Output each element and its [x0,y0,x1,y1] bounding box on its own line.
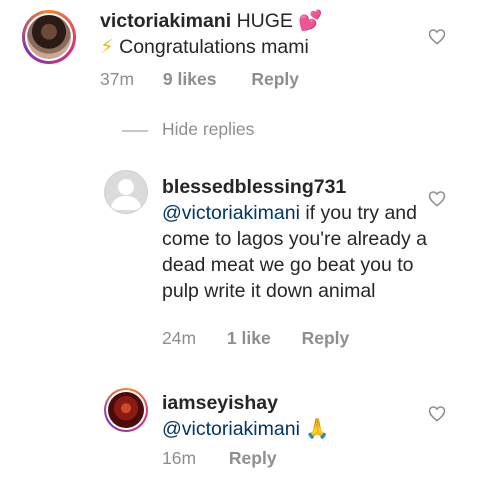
comments-thread: victoriakimani HUGE 💕 ⚡ Congratulations … [0,0,480,487]
comment-text: victoriakimani HUGE 💕 ⚡ Congratulations … [100,8,430,60]
comment-meta: 37m 9 likes Reply [100,69,299,90]
pray-emoji: 🙏 [305,418,330,440]
lightning-emoji: ⚡ [100,36,114,58]
comment-meta: 24m 1 like Reply [162,328,349,349]
comment-meta: 16m Reply [162,448,277,469]
comment-time: 24m [162,328,197,348]
mention-link[interactable]: @victoriakimani [162,418,300,440]
comment-text: blessedblessing731 @victoriakimani if yo… [162,174,432,304]
avatar[interactable] [22,10,76,64]
mention-link[interactable]: @victoriakimani [162,202,300,224]
reply-button[interactable]: Reply [251,69,299,90]
heart-icon[interactable] [428,405,446,422]
default-avatar-icon [110,179,142,210]
profile-photo [27,15,71,59]
likes-count[interactable]: 9 likes [163,69,217,90]
reply-button[interactable]: Reply [229,448,277,469]
hearts-emoji: 💕 [298,10,323,32]
comment-body-line1: HUGE [236,10,293,32]
divider [122,130,148,132]
heart-icon[interactable] [428,28,446,45]
hide-replies-label: Hide replies [162,119,255,139]
likes-count[interactable]: 1 like [227,328,271,349]
comment-username[interactable]: victoriakimani [100,10,231,32]
heart-icon[interactable] [428,190,446,207]
avatar[interactable] [104,388,148,432]
comment-username[interactable]: iamseyishay [162,390,432,416]
profile-photo [108,392,144,428]
comment-body-line2: Congratulations mami [119,36,309,58]
comment-username[interactable]: blessedblessing731 [162,174,432,200]
comment-text: iamseyishay @victoriakimani 🙏 [162,390,432,442]
avatar[interactable] [104,170,148,214]
reply-button[interactable]: Reply [302,328,350,349]
comment-time: 16m [162,448,197,468]
comment-time: 37m [100,69,135,89]
